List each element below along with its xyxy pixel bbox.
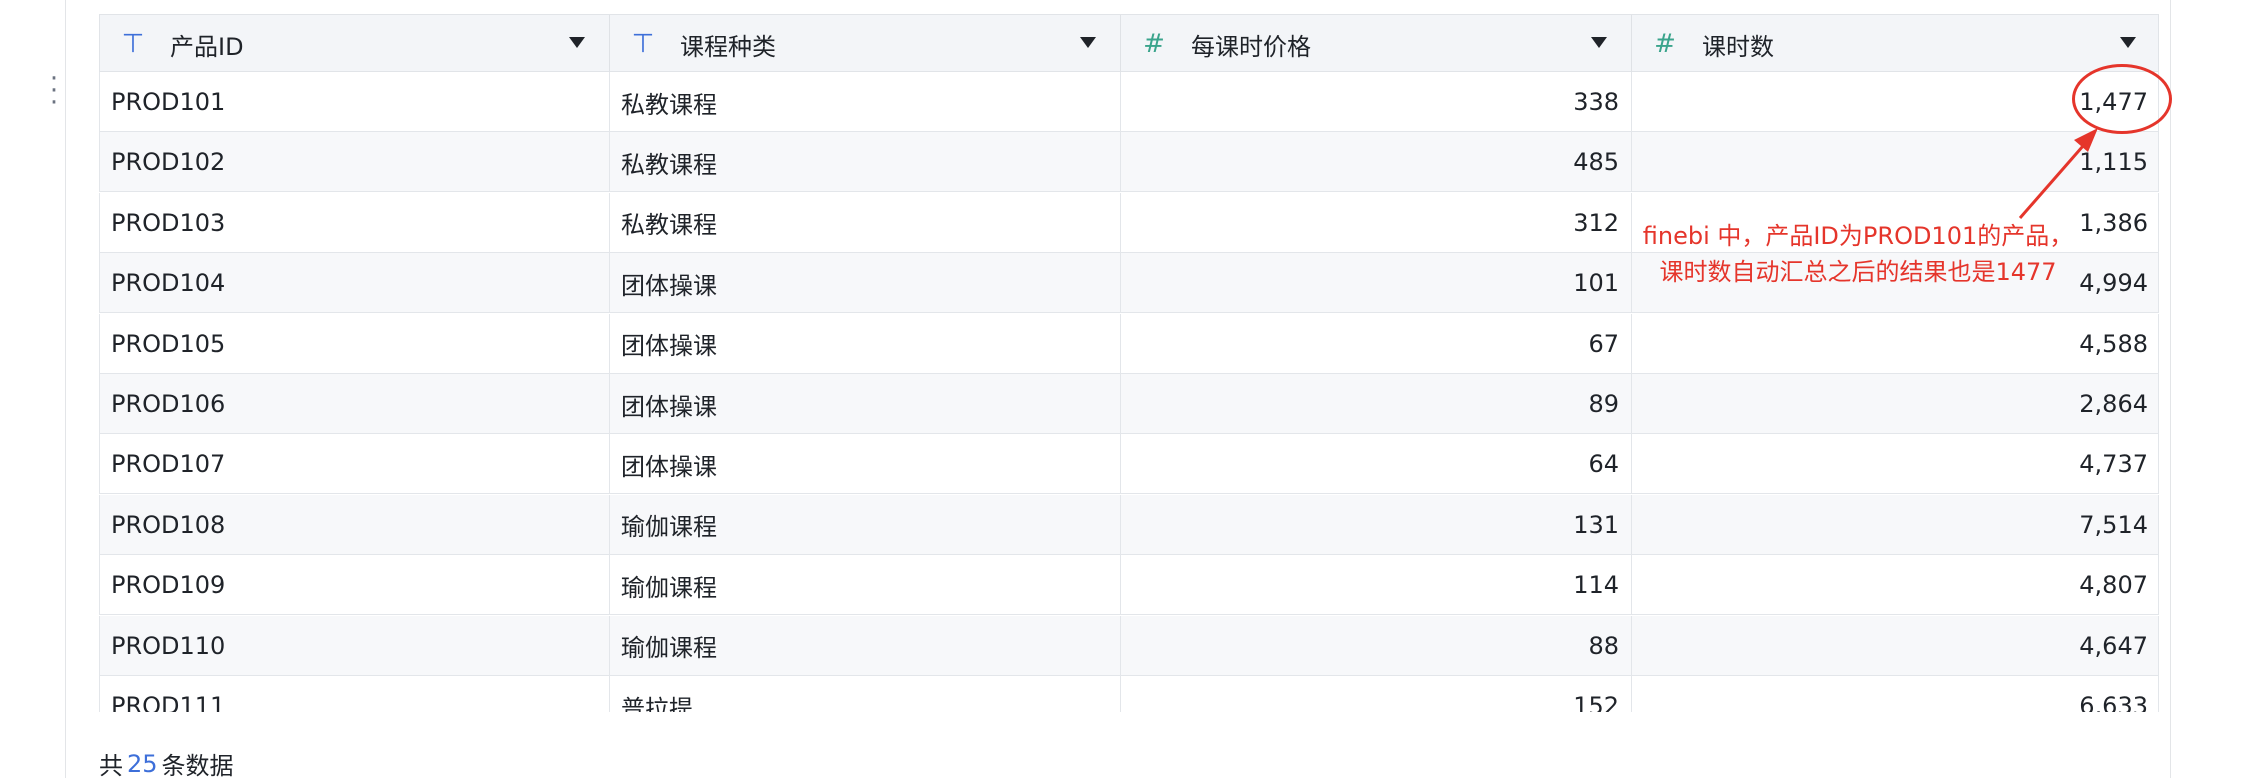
- annotation-line-2: 课时数自动汇总之后的结果也是1477: [1659, 258, 2057, 286]
- annotation-line-1: finebi 中，产品ID为PROD101的产品，: [1642, 222, 2074, 250]
- annotation-arrow-icon: [2018, 128, 2098, 219]
- annotation-note: finebi 中，产品ID为PROD101的产品， 课时数自动汇总之后的结果也是…: [1618, 218, 2098, 290]
